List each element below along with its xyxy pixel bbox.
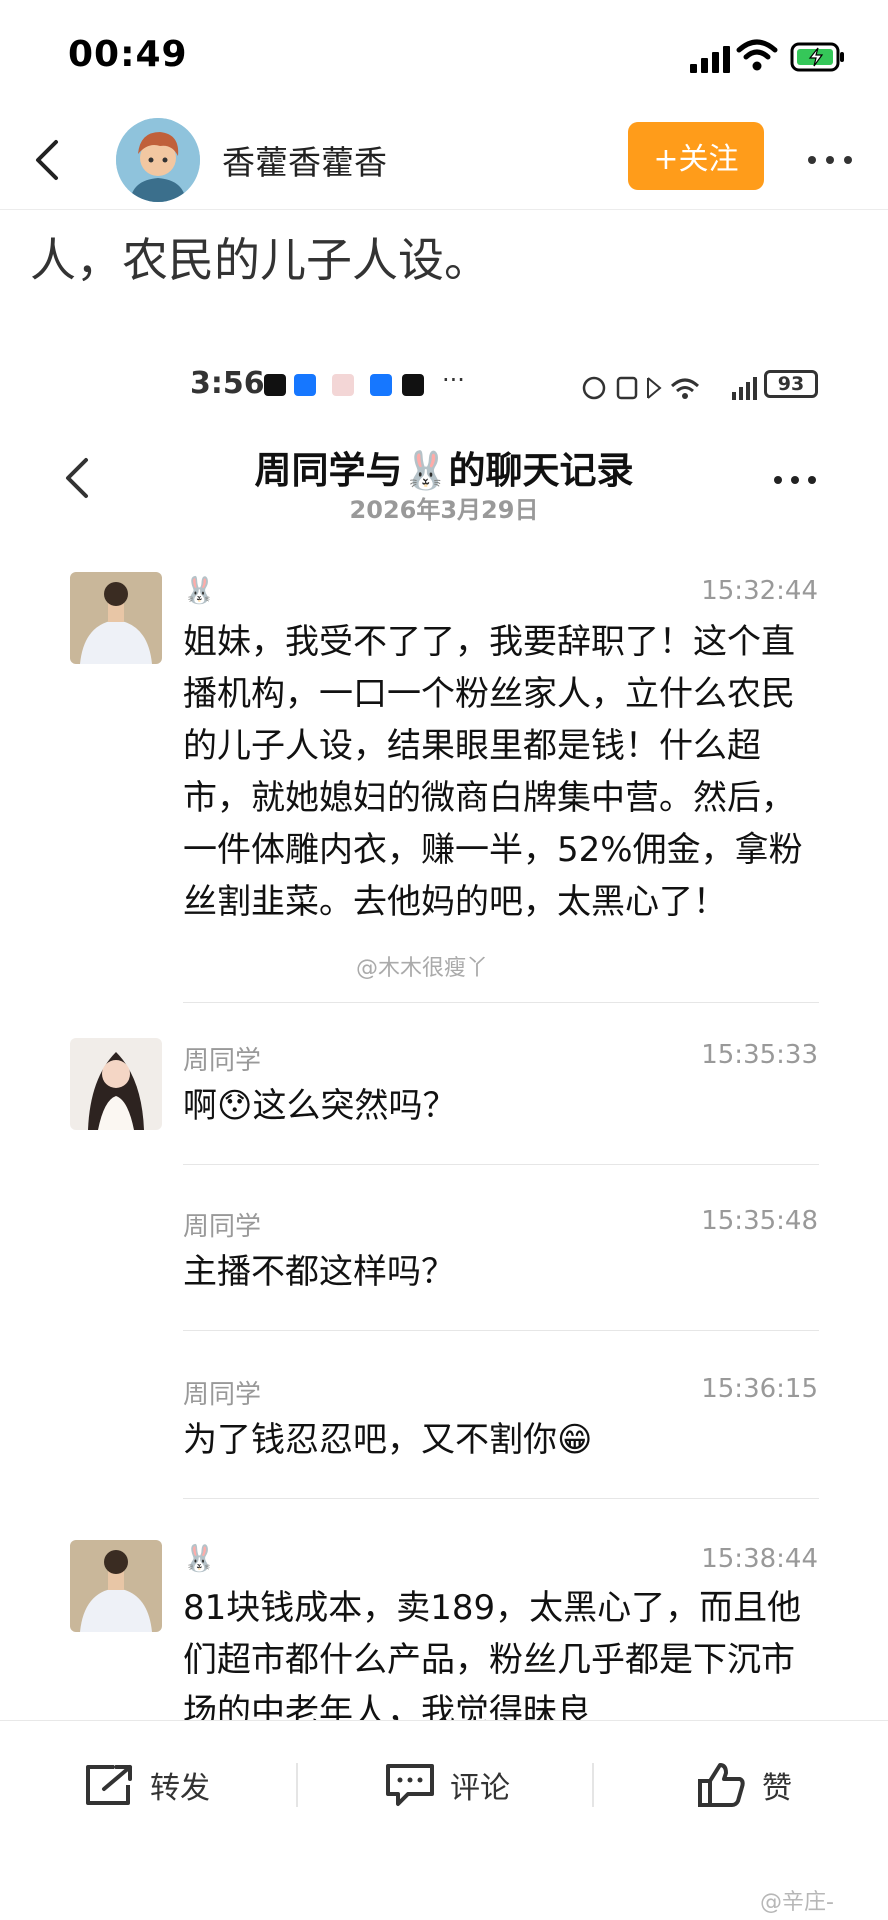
message-time: 15:32:44 (701, 576, 818, 606)
follow-button[interactable]: +关注 (628, 122, 764, 190)
message-time: 15:35:48 (701, 1206, 818, 1236)
message-divider (183, 1002, 819, 1003)
message-text: 主播不都这样吗？ (183, 1252, 455, 1292)
repost-label: 转发 (150, 1771, 210, 1806)
like-label: 赞 (762, 1771, 792, 1806)
sender-name: 周同学 (183, 1212, 262, 1242)
battery-icon (790, 42, 844, 72)
alipay-icon (294, 374, 316, 396)
thumbs-up-icon (698, 1763, 745, 1807)
alipay-icon (370, 374, 392, 396)
message-text: 为了钱忍忍吧，又不割你😁 (183, 1420, 593, 1460)
avatar (70, 1540, 162, 1632)
sender-name: 🐰 (183, 576, 216, 606)
comment-label: 评论 (450, 1771, 510, 1806)
repost-button[interactable]: 转发 (84, 1721, 210, 1849)
like-button[interactable]: 赞 (696, 1721, 792, 1849)
chat-title: 周同学与🐰的聊天记录 (254, 449, 634, 492)
status-bar: 00:49 (0, 0, 888, 110)
back-arrow-icon[interactable] (22, 132, 78, 188)
message-time: 15:35:33 (701, 1040, 818, 1070)
message-time: 15:38:44 (701, 1544, 818, 1574)
sender-name: 周同学 (183, 1046, 262, 1076)
inner-watermark: @木木很瘦丫 (356, 956, 489, 981)
message-time: 15:36:15 (701, 1374, 818, 1404)
author-avatar[interactable] (116, 118, 200, 202)
comment-icon (386, 1764, 434, 1806)
sender-name: 周同学 (183, 1380, 262, 1410)
signal-icon (690, 46, 730, 73)
chat-date: 2026年3月29日 (349, 496, 539, 524)
action-divider (296, 1763, 298, 1807)
repost-icon (86, 1765, 132, 1805)
inner-status-bar: 3:56 ··· 93 (190, 366, 830, 406)
tiktok-icon (264, 374, 286, 396)
message-divider (183, 1164, 819, 1165)
wifi-icon (736, 39, 778, 71)
watermark: @辛庄- (760, 1890, 834, 1915)
message-text: 姐妹，我受不了了，我要辞职了！这个直播机构，一口一个粉丝家人，立什么农民的儿子人… (183, 622, 803, 922)
inner-status-dots: ··· (442, 366, 465, 394)
tiktok-icon (402, 374, 424, 396)
post-caption: 人，农民的儿子人设。 (30, 233, 490, 287)
post-header: 香藿香藿香 +关注 (0, 110, 888, 210)
action-divider (592, 1763, 594, 1807)
comment-button[interactable]: 评论 (384, 1721, 510, 1849)
app-icon (332, 374, 354, 396)
avatar (70, 572, 162, 664)
more-options-icon[interactable] (800, 140, 860, 180)
status-time: 00:49 (68, 34, 188, 75)
action-bar: 转发 评论 赞 (0, 1720, 888, 1848)
chat-more-icon[interactable] (770, 470, 820, 490)
message-text: 啊😯这么突然吗？ (183, 1086, 457, 1126)
message-divider (183, 1498, 819, 1499)
inner-status-time: 3:56 (190, 366, 265, 401)
avatar (70, 1038, 162, 1130)
message-divider (183, 1330, 819, 1331)
message-text: 81块钱成本，卖189，太黑心了，而且他们超市都什么产品，粉丝几乎都是下沉市场的… (183, 1588, 802, 1720)
inner-battery-level: 93 (764, 370, 818, 398)
sender-name: 🐰 (183, 1544, 216, 1574)
author-name[interactable]: 香藿香藿香 (222, 136, 387, 184)
embedded-screenshot[interactable]: 3:56 ··· 93 周同学与🐰的聊天记录 2026年3月29日 🐰 15:3… (0, 340, 888, 1720)
